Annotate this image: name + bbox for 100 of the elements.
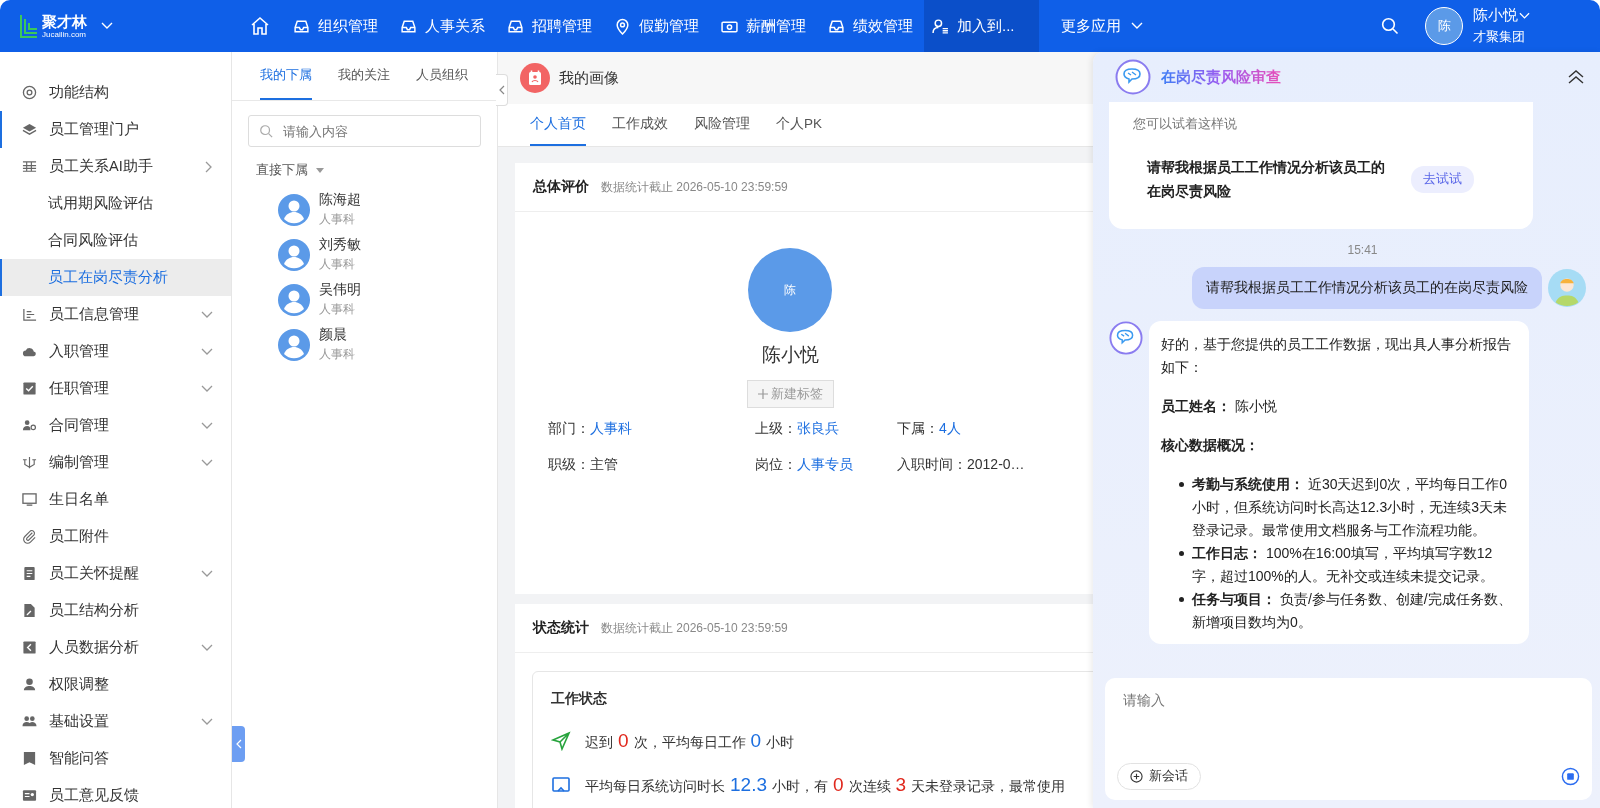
- plus-circle-icon: [1130, 770, 1143, 783]
- sidebar-item[interactable]: 编制管理: [0, 444, 231, 481]
- nav-tab[interactable]: 薪酬管理: [710, 0, 817, 52]
- field-label: 入职时间：: [897, 456, 967, 472]
- field-link[interactable]: 张良兵: [797, 420, 839, 436]
- sidebar-item[interactable]: 基础设置: [0, 703, 231, 740]
- tab[interactable]: 我的下属: [260, 52, 312, 100]
- sidebar-item[interactable]: 智能问答: [0, 740, 231, 777]
- tab[interactable]: 风险管理: [694, 104, 750, 146]
- sidebar-item[interactable]: 人员数据分析: [0, 629, 231, 666]
- collapse-handle[interactable]: [232, 726, 245, 762]
- card-title: 状态统计: [533, 619, 589, 637]
- field-label: 职级：: [548, 456, 590, 472]
- sidebar-item[interactable]: 合同风险评估: [0, 222, 231, 259]
- tray-icon: [507, 17, 524, 35]
- user-name[interactable]: 陈小悦: [1473, 6, 1530, 25]
- person-dept: 人事科: [319, 211, 356, 228]
- profile-name: 陈小悦: [761, 343, 819, 367]
- chat-bubble-icon: [1115, 59, 1151, 95]
- checkbox-icon: [22, 381, 37, 396]
- person-dept: 人事科: [319, 301, 356, 318]
- field-link[interactable]: 4人: [939, 420, 961, 436]
- nav-tab[interactable]: 加入到...: [924, 0, 1039, 52]
- tab[interactable]: 我的关注: [338, 52, 390, 100]
- document-icon: [22, 566, 37, 581]
- paperclip-icon: [22, 529, 37, 544]
- sidebar-item[interactable]: 员工附件: [0, 518, 231, 555]
- panel-title: 工作状态: [551, 690, 607, 708]
- sidebar-item[interactable]: 员工管理门户: [0, 111, 231, 148]
- more-apps-menu[interactable]: 更多应用: [1060, 16, 1143, 36]
- sidebar-item[interactable]: 员工关系AI助手: [0, 148, 231, 185]
- new-chat-button[interactable]: 新会话: [1117, 763, 1201, 790]
- field-link[interactable]: 人事科: [590, 420, 632, 436]
- chevron-down-icon[interactable]: [101, 22, 113, 30]
- bullet-icon: [1179, 482, 1184, 487]
- sidebar-item[interactable]: 任职管理: [0, 370, 231, 407]
- user-message: 请帮我根据员工工作情况分析该员工的在岗尽责风险: [1192, 267, 1542, 309]
- section-heading: 核心数据概况：: [1161, 436, 1260, 455]
- field-value: 2012-0…: [967, 456, 1025, 472]
- sidebar-item[interactable]: 功能结构: [0, 74, 231, 111]
- double-chevron-up-icon[interactable]: [1568, 70, 1584, 84]
- panel-title: 在岗尽责风险审查: [1161, 67, 1281, 87]
- tab[interactable]: 人员组织: [416, 52, 468, 100]
- sidebar-item[interactable]: 合同管理: [0, 407, 231, 444]
- logo-icon: [20, 13, 38, 39]
- nav-tab[interactable]: 绩效管理: [817, 0, 924, 52]
- avatar-icon: [278, 283, 310, 316]
- stop-icon[interactable]: [1561, 767, 1580, 786]
- sidebar-item[interactable]: 权限调整: [0, 666, 231, 703]
- sidebar-item[interactable]: 员工意见反馈: [0, 777, 231, 808]
- nav-tab[interactable]: 假勤管理: [603, 0, 710, 52]
- person-dept: 人事科: [319, 256, 356, 273]
- suggestion-text: 请帮我根据员工工作情况分析该员工的在岗尽责风险: [1147, 158, 1386, 201]
- search-input[interactable]: 请输入内容: [281, 122, 470, 140]
- id-card-icon: [22, 788, 37, 803]
- person-name[interactable]: 颜晨: [319, 326, 355, 344]
- card-note: 数据统计截止 2026-05-10 23:59:59: [601, 619, 788, 637]
- tray-icon: [828, 17, 845, 35]
- person-dept: 人事科: [319, 346, 355, 363]
- search-icon[interactable]: [1381, 17, 1399, 35]
- list-item: 工作日志： 100%在16:00填写，平均填写字数12字，超过100%的人。无补交或连续未提交记录。: [1192, 544, 1495, 586]
- filter-dropdown[interactable]: 直接下属: [256, 161, 324, 179]
- status-text: 迟到 0 次，平均每日工作 0 小时: [585, 730, 796, 752]
- document-edit-icon: [22, 603, 37, 618]
- person-name[interactable]: 吴伟明: [319, 281, 361, 299]
- card-note: 数据统计截止 2026-05-10 23:59:59: [601, 178, 788, 196]
- brand-domain: Jucailin.com: [42, 30, 86, 39]
- nav-tab[interactable]: 组织管理: [282, 0, 389, 52]
- try-button[interactable]: 去试试: [1411, 165, 1474, 193]
- tab[interactable]: 工作成效: [612, 104, 668, 146]
- bullet-icon: [1179, 551, 1184, 556]
- chat-bubble-icon: [1109, 321, 1143, 355]
- monitor-icon: [22, 492, 37, 507]
- paper-plane-icon: [551, 731, 571, 751]
- message-input[interactable]: 请输入 新会话: [1105, 678, 1592, 800]
- status-text: 平均每日系统访问时长 12.3 小时，有 0 次连续 3 天未登录记录，最常使用: [585, 774, 1067, 796]
- sidebar-item[interactable]: 入职管理: [0, 333, 231, 370]
- search-field[interactable]: 请输入内容: [248, 115, 481, 147]
- sidebar-item[interactable]: 员工信息管理: [0, 296, 231, 333]
- sidebar-item[interactable]: 生日名单: [0, 481, 231, 518]
- back-square-icon: [22, 640, 37, 655]
- sidebar-item[interactable]: 员工结构分析: [0, 592, 231, 629]
- tray-icon: [293, 17, 310, 35]
- home-icon[interactable]: [250, 16, 270, 36]
- sidebar-item[interactable]: 试用期风险评估: [0, 185, 231, 222]
- layers-icon: [22, 122, 37, 137]
- nav-tab[interactable]: 招聘管理: [496, 0, 603, 52]
- list-item: 考勤与系统使用： 近30天迟到0次，平均每日工作0小时，但系统访问时长高达12.3小时，无连续3天未登录记录。最常使用文档服务与工作流程功能。: [1192, 475, 1509, 540]
- person-name[interactable]: 陈海超: [319, 191, 361, 209]
- page-title: 我的画像: [559, 68, 619, 88]
- field-link[interactable]: 人事专员: [797, 456, 853, 472]
- collapse-handle[interactable]: [496, 74, 508, 106]
- bar-chart-icon: [22, 307, 37, 322]
- person-icon: [22, 677, 37, 692]
- person-name[interactable]: 刘秀敏: [319, 236, 361, 254]
- nav-tab[interactable]: 人事关系: [389, 0, 496, 52]
- sidebar-item[interactable]: 员工关怀提醒: [0, 555, 231, 592]
- tab[interactable]: 个人PK: [776, 104, 822, 146]
- card-title: 总体评价: [533, 178, 589, 196]
- sidebar-item[interactable]: 员工在岗尽责分析: [0, 259, 231, 296]
